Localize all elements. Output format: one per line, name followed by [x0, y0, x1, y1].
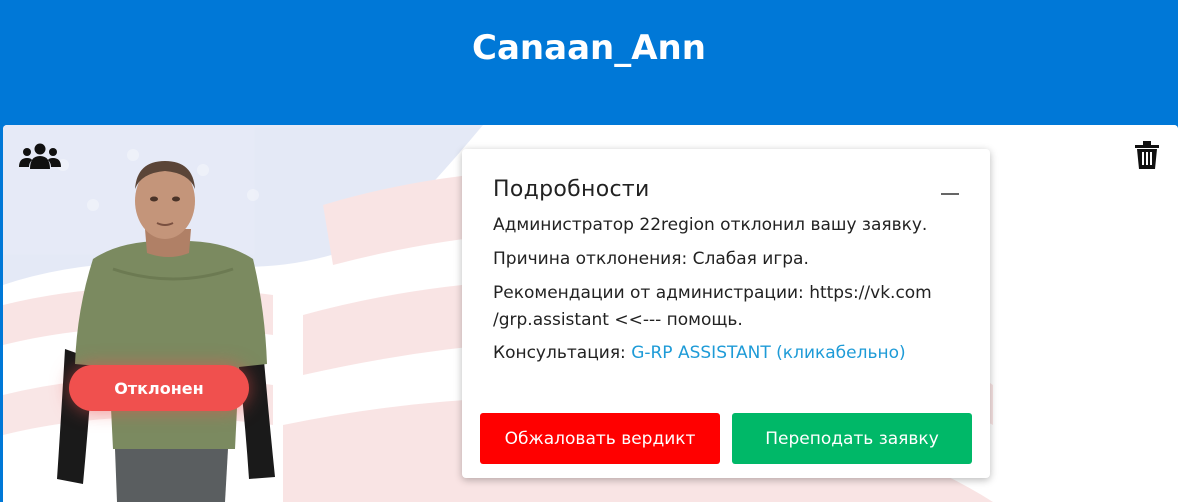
details-title: Подробности [493, 177, 650, 202]
page-title: Canaan_Ann [472, 28, 706, 68]
application-card: Отклонен Подробности Администратор 22reg… [3, 125, 1178, 502]
recommendation-line-2: /grp.assistant <<--- помощь. [493, 310, 743, 330]
admin-message: Администратор 22region отклонил вашу зая… [493, 215, 928, 235]
collapse-button[interactable] [939, 181, 961, 203]
recommendation-line-1: Рекомендации от администрации: https://v… [493, 283, 932, 303]
consultation-label: Консультация: [493, 343, 632, 363]
resubmit-application-button[interactable]: Переподать заявку [732, 413, 972, 464]
consultation-link[interactable]: G-RP ASSISTANT (кликабельно) [631, 343, 905, 363]
trash-icon[interactable] [1135, 141, 1159, 169]
character-avatar [57, 161, 275, 502]
profile-header: Canaan_Ann [0, 0, 1178, 125]
rejection-reason: Причина отклонения: Слабая игра. [493, 249, 809, 269]
details-panel: Подробности Администратор 22region откло… [462, 149, 990, 478]
status-badge: Отклонен [69, 365, 249, 411]
appeal-verdict-button[interactable]: Обжаловать вердикт [480, 413, 720, 464]
consultation-row: Консультация: G-RP ASSISTANT (кликабельн… [493, 342, 906, 364]
